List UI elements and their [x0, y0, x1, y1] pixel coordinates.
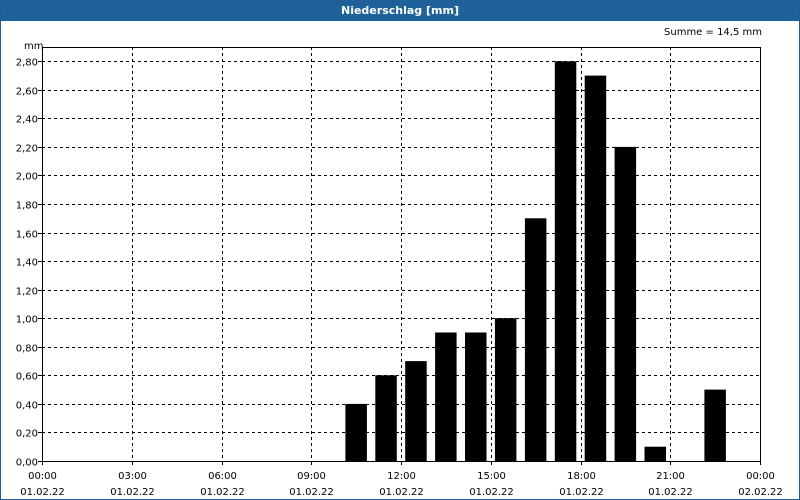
precipitation-bar [375, 375, 397, 461]
y-tick-label: 2,40 [16, 115, 38, 126]
precipitation-bar [435, 332, 457, 461]
x-tick-time-label: 00:00 [746, 471, 775, 482]
precipitation-bar [584, 75, 607, 461]
precipitation-bar [554, 61, 577, 462]
x-tick-time-label: 06:00 [208, 471, 237, 482]
x-tick-date-label: 01.02.22 [379, 487, 424, 498]
x-tick-date-label: 01.02.22 [200, 487, 245, 498]
x-tick-time-label: 09:00 [297, 471, 326, 482]
precipitation-bar-chart: 0,00 0,20 0,40 0,60 0,80 1,00 1,20 1,40 1,60 1,80… [16, 47, 783, 498]
x-tick-date-label: 01.02.22 [648, 487, 693, 498]
x-tick-time-label: 18:00 [567, 471, 596, 482]
precipitation-bar [644, 446, 666, 461]
y-tick-label: 2,80 [16, 58, 38, 69]
x-tick-date-label: 01.02.22 [20, 487, 65, 498]
y-tick-label: 2,00 [16, 172, 38, 183]
chart-window: Niederschlag [mm] Summe = 14,5 mm mm 0,0… [0, 0, 800, 500]
x-tick-date-label: 01.02.22 [469, 487, 514, 498]
x-tick-time-label: 12:00 [387, 471, 416, 482]
y-tick-label: 2,60 [16, 87, 38, 98]
y-tick-label: 2,20 [16, 144, 38, 155]
precipitation-bar [405, 361, 427, 461]
x-tick-time-label: 03:00 [118, 471, 147, 482]
precipitation-bar [524, 218, 547, 461]
y-tick-label: 1,40 [16, 258, 38, 269]
y-tick-label: 1,80 [16, 201, 38, 212]
precipitation-bar [494, 318, 517, 461]
y-tick-label: 0,80 [16, 344, 38, 355]
y-tick-label: 0,40 [16, 401, 38, 412]
precipitation-bar [465, 332, 487, 461]
y-tick-label: 1,00 [16, 315, 38, 326]
x-tick-date-label: 02.02.22 [738, 487, 783, 498]
precipitation-bar [704, 389, 726, 461]
y-tick-label: 0,20 [16, 429, 38, 440]
y-tick-label: 0,00 [16, 458, 38, 469]
y-tick-label: 0,60 [16, 372, 38, 383]
axes [38, 47, 761, 465]
y-tick-labels: 0,00 0,20 0,40 0,60 0,80 1,00 1,20 1,40 1,60 1,80… [16, 58, 38, 469]
x-tick-date-label: 01.02.22 [289, 487, 334, 498]
grid [42, 47, 760, 461]
x-tick-time-label: 00:00 [28, 471, 57, 482]
precipitation-bar [614, 146, 637, 461]
y-tick-label: 1,20 [16, 287, 38, 298]
x-tick-labels: 00:00 01.02.22 03:00 01.02.22 06:00 01.02.22 0… [20, 471, 783, 498]
x-tick-time-label: 21:00 [656, 471, 685, 482]
precipitation-bar [345, 403, 367, 461]
x-tick-time-label: 15:00 [477, 471, 506, 482]
x-tick-date-label: 01.02.22 [110, 487, 155, 498]
x-tick-date-label: 01.02.22 [559, 487, 604, 498]
y-tick-label: 1,60 [16, 230, 38, 241]
